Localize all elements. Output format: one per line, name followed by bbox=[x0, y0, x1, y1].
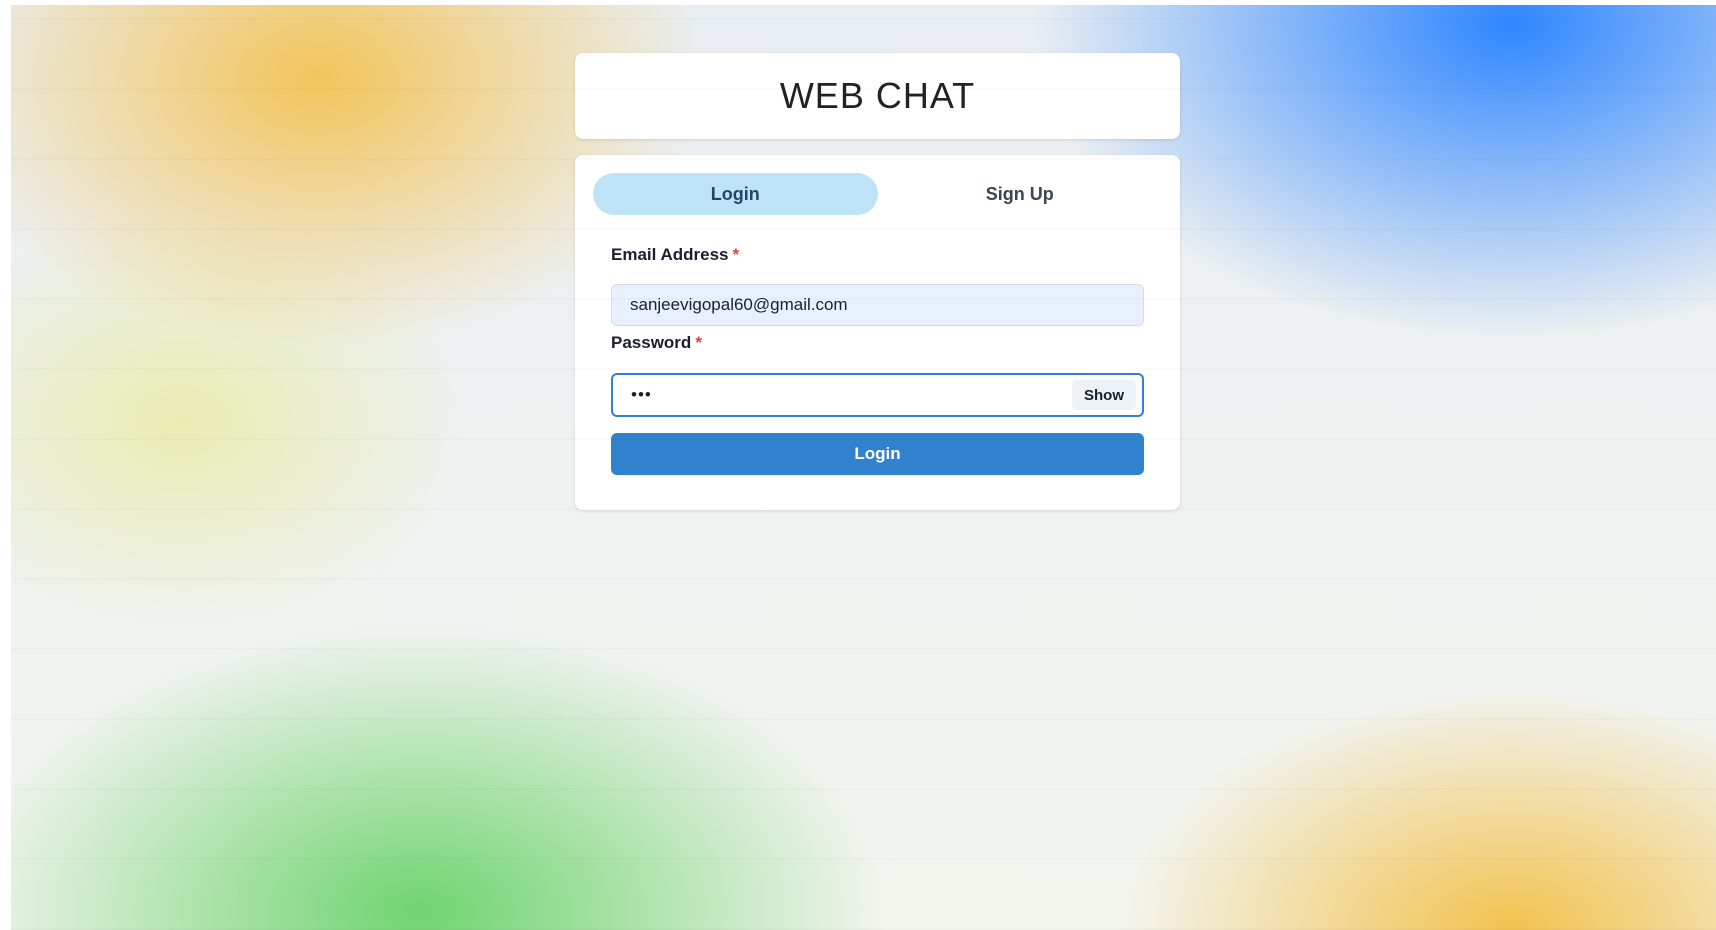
required-marker: * bbox=[732, 245, 740, 264]
email-label: Email Address * bbox=[611, 245, 739, 265]
login-button[interactable]: Login bbox=[611, 433, 1144, 475]
app-header-card: WEB CHAT bbox=[575, 53, 1180, 139]
password-field: Show bbox=[611, 373, 1144, 417]
show-password-button[interactable]: Show bbox=[1072, 380, 1136, 410]
email-input[interactable] bbox=[611, 284, 1144, 326]
password-label: Password * bbox=[611, 333, 702, 353]
password-input[interactable] bbox=[613, 375, 1063, 415]
tab-login[interactable]: Login bbox=[593, 173, 878, 215]
auth-form-card: Login Sign Up Email Address* Password* S… bbox=[575, 155, 1180, 510]
page-background: WEB CHAT Login Sign Up Email Address* Pa… bbox=[11, 5, 1716, 930]
auth-tabs: Login Sign Up bbox=[593, 173, 1162, 215]
email-label-text: Email Address bbox=[611, 245, 729, 264]
tab-sign-up[interactable]: Sign Up bbox=[878, 173, 1163, 215]
required-marker: * bbox=[695, 333, 702, 352]
password-label-text: Password bbox=[611, 333, 692, 352]
app-title: WEB CHAT bbox=[779, 75, 976, 116]
